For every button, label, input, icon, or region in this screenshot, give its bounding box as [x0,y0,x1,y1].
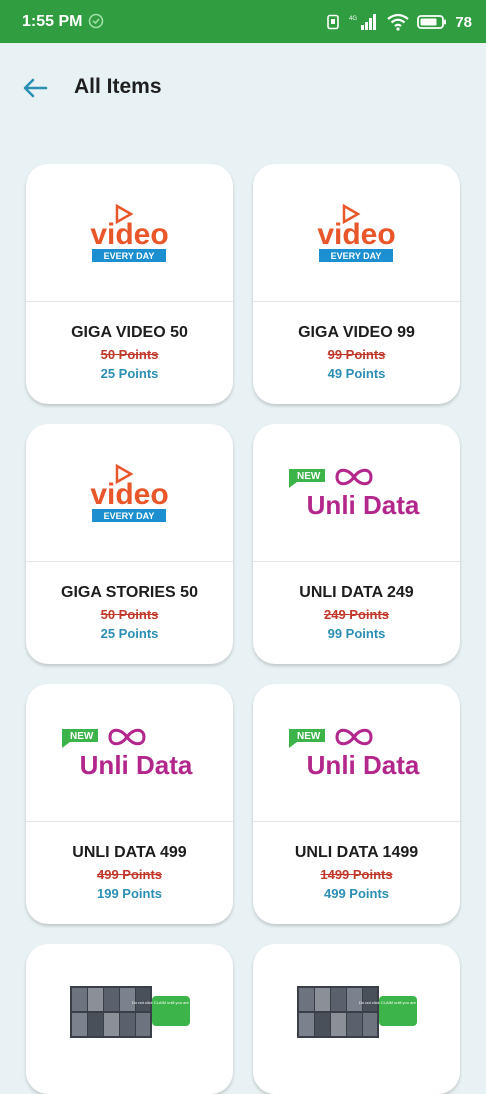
promo-note: Do not click CLAIM until you are at the … [132,1000,211,1005]
logo-video-sub: EVERY DAY [104,251,155,261]
logo-unli-word: Unli Data [80,750,193,780]
video-everyday-logo: video EVERY DAY [317,203,396,262]
item-old-points: 499 Points [96,867,163,882]
item-new-points: 199 Points [96,886,163,901]
logo-video-word: video [90,218,168,251]
card-divider [253,821,460,822]
item-old-points: 99 Points [327,347,386,362]
logo-video-word: video [317,218,395,251]
item-new-points: 499 Points [323,886,390,901]
item-card[interactable]: NEW Unli Data UNLI DATA 249 249 Points 9… [253,424,460,664]
item-name: GIGA STORIES 50 [61,584,198,601]
logo-video-sub: EVERY DAY [104,511,155,521]
logo-new-badge: NEW [297,731,321,742]
item-old-points: 1499 Points [320,867,393,882]
item-name: GIGA VIDEO 50 [71,324,188,341]
vibrate-icon [327,14,340,30]
item-old-points: 50 Points [100,607,159,622]
unli-data-logo: NEW Unli Data [62,728,193,780]
item-card[interactable]: video EVERY DAY GIGA STORIES 50 50 Point… [26,424,233,664]
video-everyday-logo: video EVERY DAY [90,203,169,262]
item-card[interactable]: NEW Unli Data UNLI DATA 499 499 Points 1… [26,684,233,924]
logo-unli-word: Unli Data [307,490,420,520]
card-divider [26,301,233,302]
card-divider [253,561,460,562]
card-divider [253,301,460,302]
logo-video-sub: EVERY DAY [331,251,382,261]
card-divider [26,821,233,822]
logo-new-badge: NEW [297,471,321,482]
item-new-points: 25 Points [100,366,159,381]
signal-icon: 4G [349,14,377,30]
unli-data-logo: NEW Unli Data [289,468,420,520]
status-bar: 1:55 PM 4G 78 [0,0,486,43]
wifi-icon [387,13,409,31]
item-card[interactable]: video EVERY DAY GIGA VIDEO 50 50 Points … [26,164,233,404]
item-name: UNLI DATA 499 [72,844,187,861]
back-arrow-icon[interactable] [22,76,48,100]
promo-photo-banner: Do not click CLAIM until you are at the … [70,986,211,1038]
item-old-points: 249 Points [323,607,390,622]
item-new-points: 99 Points [327,626,386,641]
header: All Items [0,43,486,133]
unli-data-logo: NEW Unli Data [289,728,420,780]
item-name: UNLI DATA 249 [299,584,414,601]
logo-new-badge: NEW [70,731,94,742]
item-card[interactable]: Do not click CLAIM until you are at the … [253,944,460,1094]
status-icons: 4G 78 [325,11,472,33]
status-time: 1:55 PM [22,13,83,30]
app-notification-icon [88,13,104,29]
page-title: All Items [74,75,162,98]
item-card[interactable]: NEW Unli Data UNLI DATA 1499 1499 Points… [253,684,460,924]
battery-icon [417,15,447,29]
item-new-points: 49 Points [327,366,386,381]
logo-unli-word: Unli Data [307,750,420,780]
item-new-points: 25 Points [100,626,159,641]
battery-percent: 78 [455,13,472,31]
promo-photo-banner: Do not click CLAIM until you are at the … [297,986,438,1038]
svg-text:4G: 4G [349,16,357,22]
video-everyday-logo: video EVERY DAY [90,463,169,522]
item-card[interactable]: video EVERY DAY GIGA VIDEO 99 99 Points … [253,164,460,404]
item-name: GIGA VIDEO 99 [298,324,415,341]
item-old-points: 50 Points [100,347,159,362]
card-divider [26,561,233,562]
item-name: UNLI DATA 1499 [294,844,419,861]
item-card[interactable]: Do not click CLAIM until you are at the … [26,944,233,1094]
promo-note: Do not click CLAIM until you are at the … [359,1000,438,1005]
logo-video-word: video [90,478,168,511]
